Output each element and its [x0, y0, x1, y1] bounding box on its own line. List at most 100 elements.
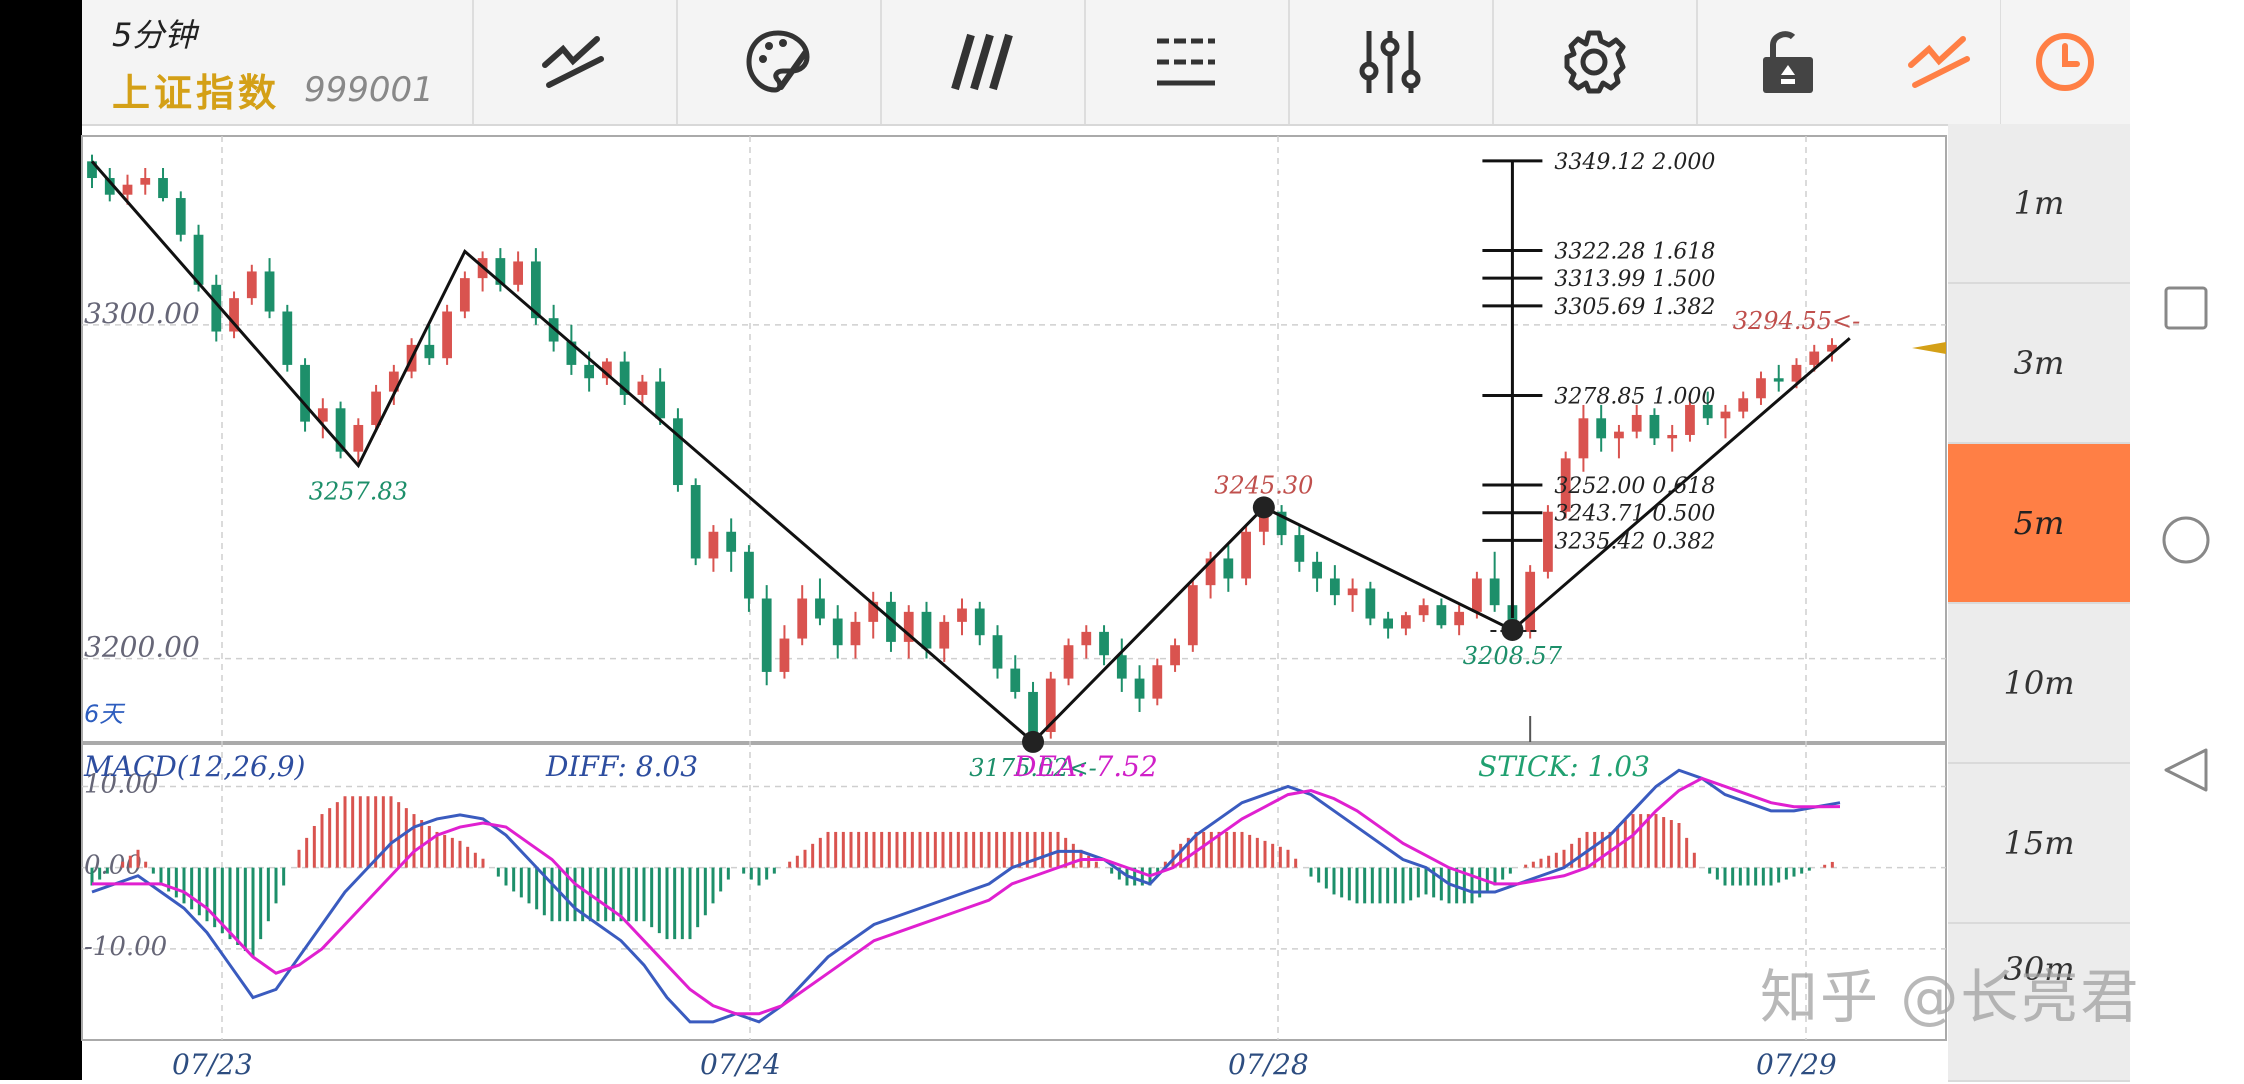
candle-body: [921, 611, 932, 649]
candle-body: [1418, 605, 1429, 616]
candle-body: [1347, 588, 1358, 596]
fibonacci-level-label: 3243.71 0.500: [1554, 502, 1715, 527]
period-label: 5m: [2013, 504, 2065, 542]
period-panel: 1m 3m 5m 10m 15m 30m: [1948, 124, 2130, 1082]
candle-body: [1152, 665, 1163, 699]
fibonacci-level-label: 3278.85 1.000: [1554, 384, 1715, 409]
system-nav-bar: [2130, 0, 2244, 1080]
candle-body: [1489, 578, 1500, 606]
pivot-label: 3208.57: [1463, 642, 1563, 670]
candle-body: [1010, 668, 1021, 692]
fibonacci-level-label: 3252.00 0.618: [1554, 474, 1715, 499]
candle-body: [584, 364, 595, 379]
candle-body: [832, 618, 843, 646]
candle-body: [1223, 558, 1234, 579]
period-label: 10m: [2003, 664, 2075, 702]
period-5m[interactable]: 5m: [1948, 444, 2130, 604]
candle-body: [122, 184, 133, 195]
candle-body: [1365, 588, 1376, 619]
candle-body: [1028, 691, 1038, 732]
candle-body: [850, 621, 861, 646]
candle-body: [1099, 631, 1109, 656]
period-15m[interactable]: 15m: [1948, 764, 2130, 924]
candle-body: [1809, 351, 1820, 365]
candle-body: [300, 364, 310, 422]
fibonacci-level-label: 3322.28 1.618: [1554, 240, 1715, 265]
candle-body: [175, 198, 186, 235]
macd-diff-label: DIFF: 8.03: [545, 750, 698, 783]
candle-body: [1294, 535, 1305, 562]
candle-body: [957, 608, 967, 622]
candle-body: [744, 551, 754, 599]
candle-body: [939, 621, 950, 649]
candle-body: [1436, 605, 1447, 626]
candle-body: [442, 311, 452, 359]
recent-apps-button[interactable]: [2164, 286, 2208, 330]
candle-body: [1596, 418, 1607, 439]
candle-body: [1667, 434, 1678, 439]
candle-body: [1170, 645, 1180, 666]
candle-body: [140, 178, 151, 185]
x-tick-label: 07/28: [1228, 1048, 1309, 1080]
candle-body: [513, 261, 524, 285]
price-axis-label: 3300.00: [84, 297, 200, 330]
macd-pane: [81, 743, 1947, 1041]
macd-axis-label: -10.00: [84, 932, 167, 962]
period-label: 3m: [2013, 344, 2065, 382]
candle-body: [655, 381, 666, 419]
candle-body: [1578, 418, 1589, 459]
candle-body: [1063, 645, 1074, 679]
macd-dea-label: DEA: 7.52: [1013, 750, 1158, 783]
period-label: 15m: [2003, 824, 2075, 862]
candle-body: [815, 598, 825, 619]
candle-body: [1400, 615, 1411, 629]
macd-label: MACD(12,26,9): [83, 750, 305, 783]
pivot-label: 3257.83: [309, 478, 408, 506]
macd-stick-label: STICK: 1.03: [1478, 750, 1650, 783]
candle-body: [1738, 398, 1749, 412]
range-label: 6天: [84, 700, 126, 728]
candle-body: [1543, 511, 1553, 572]
kline-chart[interactable]: 07/23 07/24 07/28 07/29 3300.00 3200.00 6天 3257…: [0, 0, 1948, 1080]
candle-body: [779, 638, 790, 672]
x-tick-label: 07/23: [172, 1048, 253, 1080]
pivot-label: 3245.30: [1214, 471, 1313, 499]
candle-body: [459, 278, 470, 312]
candle-body: [690, 485, 701, 559]
candle-body: [974, 608, 985, 636]
candle-body: [1312, 561, 1322, 579]
period-3m[interactable]: 3m: [1948, 284, 2130, 444]
fibonacci-level-label: 3235.42 0.382: [1554, 529, 1715, 554]
watermark: 知乎 @长亮君: [1760, 963, 2141, 1031]
candle-body: [1116, 655, 1127, 679]
fibonacci-level-label: 3305.69 1.382: [1554, 295, 1715, 320]
candle-body: [1773, 378, 1784, 382]
candle-body: [1720, 411, 1731, 419]
candle-body: [1614, 431, 1624, 439]
back-button[interactable]: [2164, 748, 2208, 792]
fibonacci-level-label: 3349.12 2.000: [1554, 150, 1715, 175]
candle-body: [797, 598, 808, 639]
candle-body: [1791, 364, 1802, 382]
candle-body: [282, 311, 293, 365]
candle-body: [992, 635, 1003, 669]
price-axis-label: 3200.00: [84, 631, 200, 664]
candle-body: [1454, 611, 1465, 626]
pivot-label: 3294.55<-: [1733, 307, 1860, 335]
candle-body: [1329, 578, 1340, 596]
history-tool[interactable]: [2000, 0, 2130, 124]
zigzag-pivot-dot: [1252, 496, 1275, 519]
candle-body: [1187, 585, 1198, 646]
x-tick-label: 07/29: [1756, 1048, 1837, 1080]
candle-body: [158, 178, 168, 199]
candle-body: [1241, 531, 1251, 579]
candle-body: [1472, 578, 1482, 612]
x-tick-label: 07/24: [700, 1048, 781, 1080]
candle-body: [637, 381, 648, 395]
period-1m[interactable]: 1m: [1948, 124, 2130, 284]
home-button[interactable]: [2162, 516, 2210, 564]
period-10m[interactable]: 10m: [1948, 604, 2130, 764]
candle-body: [726, 531, 737, 552]
fibonacci-level-label: 3313.99 1.500: [1554, 267, 1715, 292]
candle-body: [1649, 414, 1660, 439]
